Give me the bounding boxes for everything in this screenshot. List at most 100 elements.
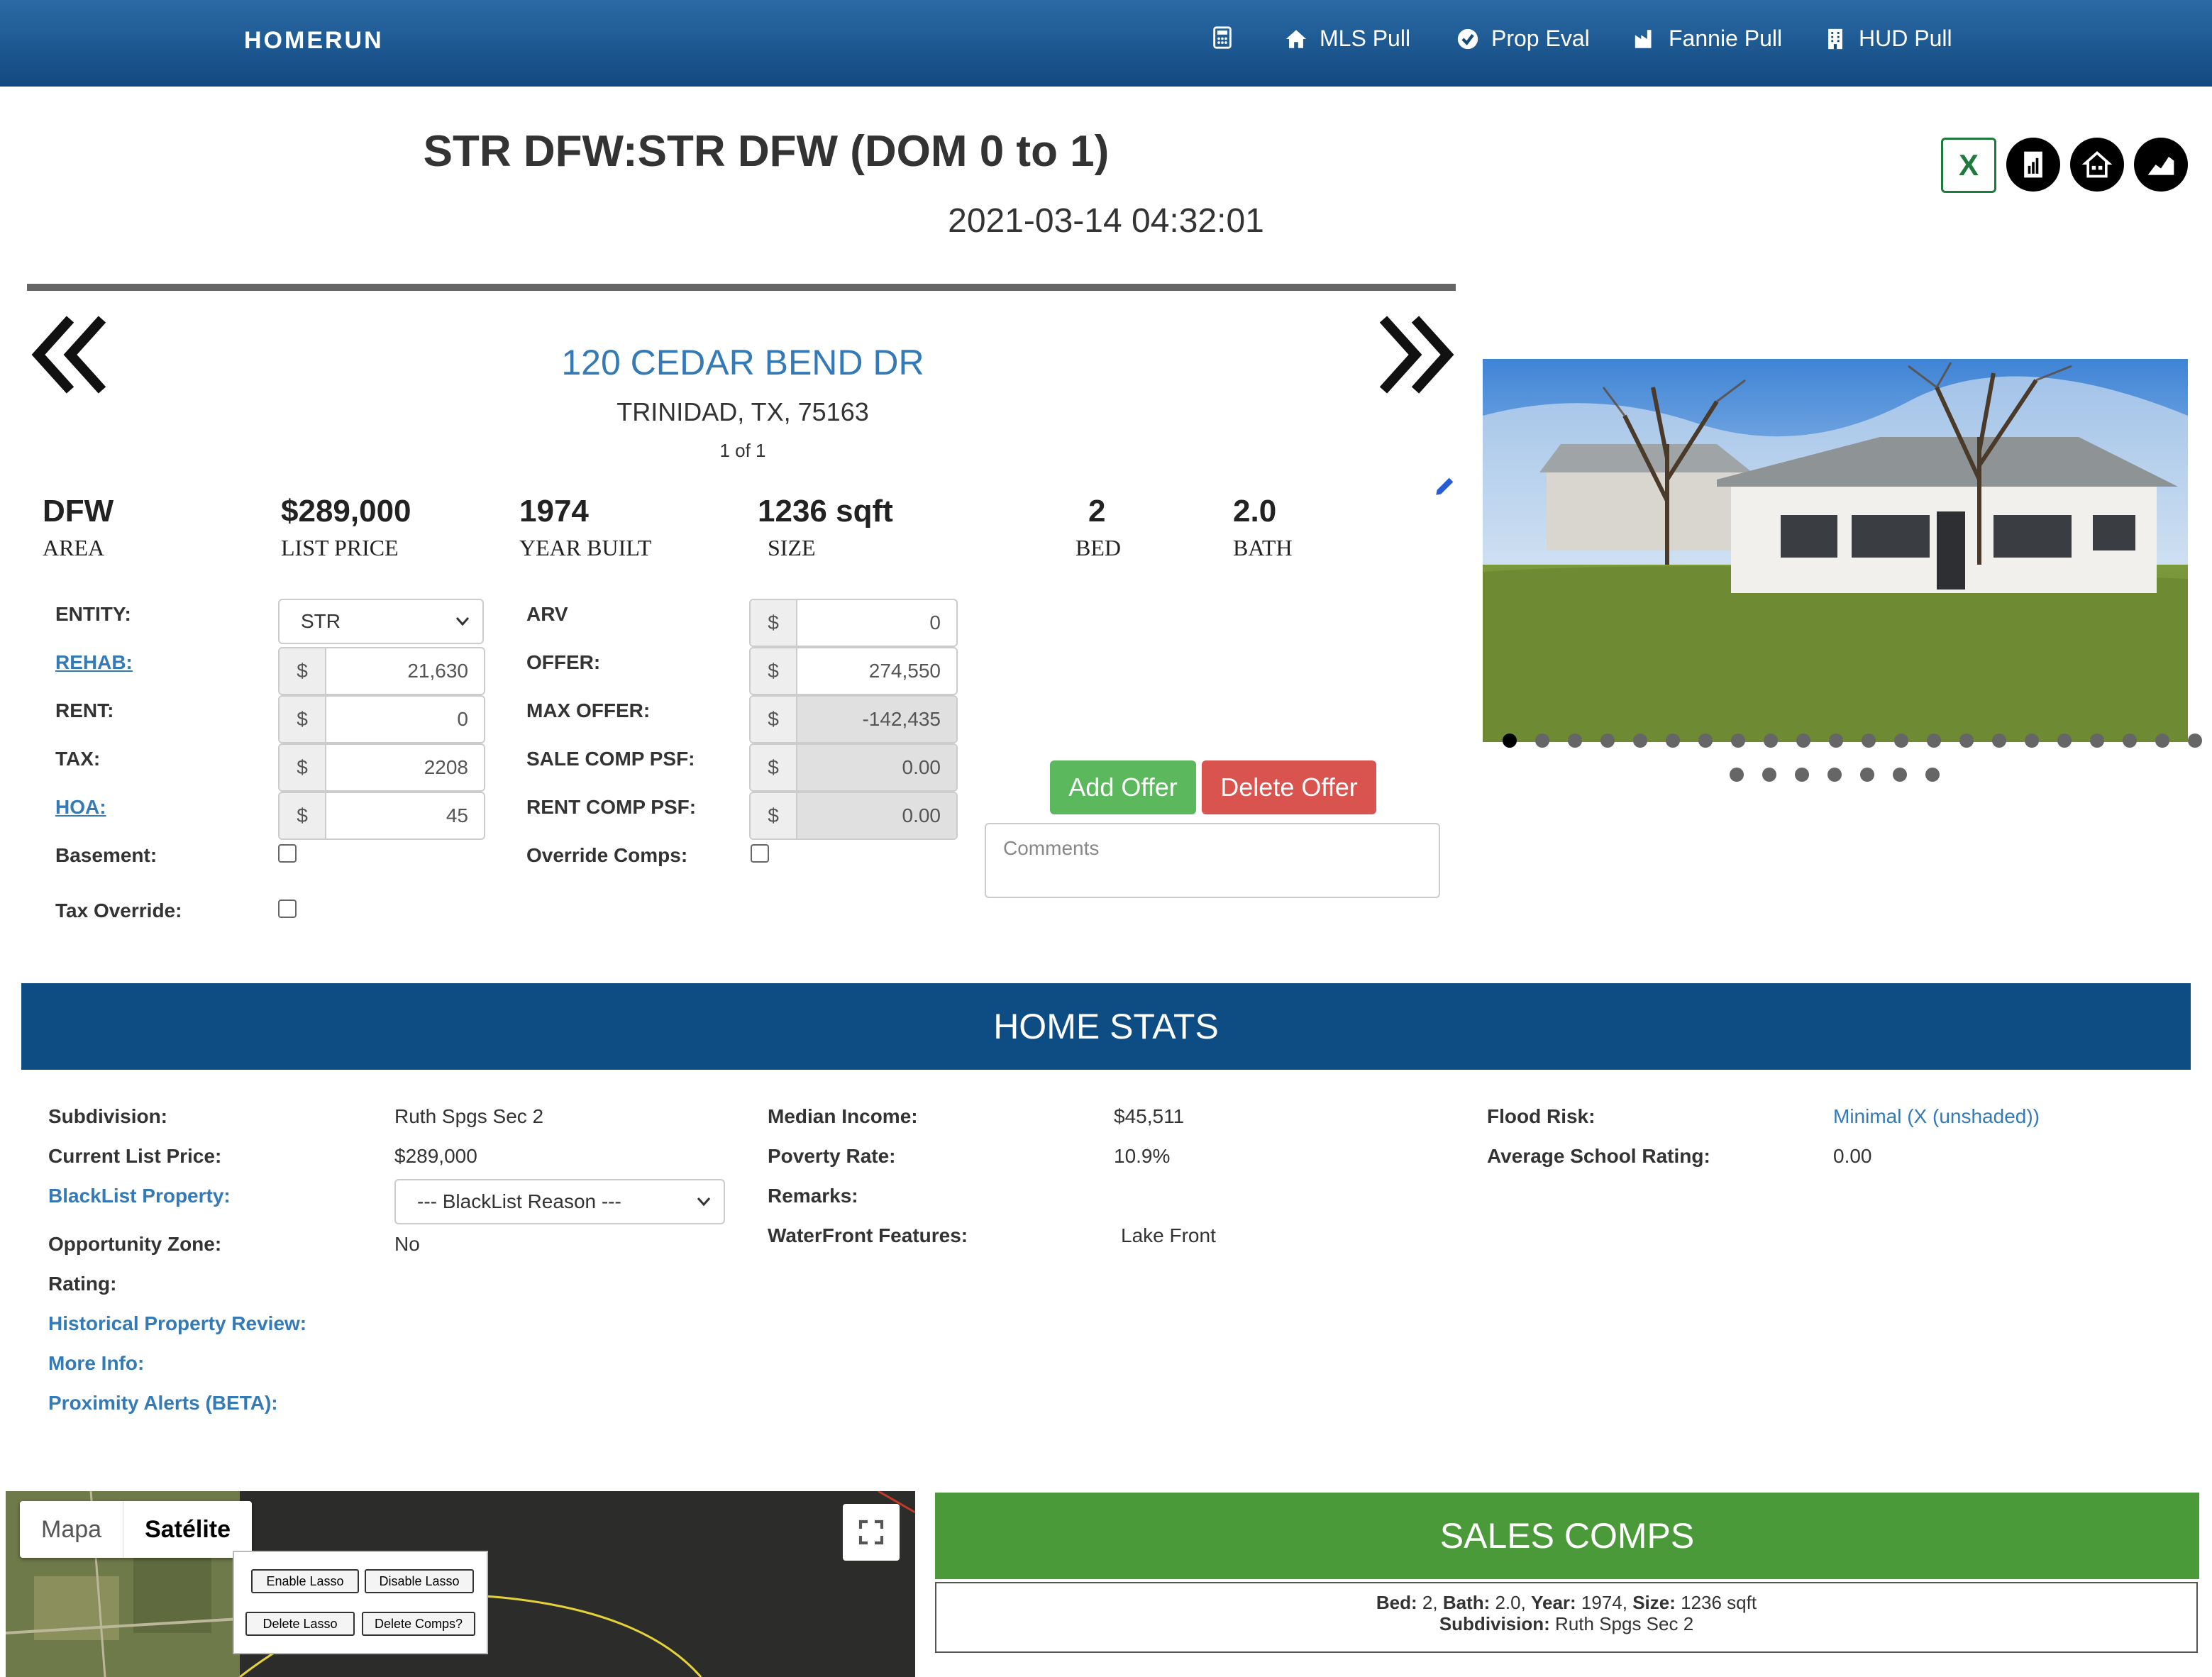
blacklist-property-link[interactable]: BlackList Property: [48, 1185, 231, 1207]
home-stats-header: HOME STATS [21, 983, 2191, 1070]
comp-subdivision-value: Ruth Spgs Sec 2 [1549, 1613, 1694, 1634]
max-offer-input: $ -142,435 [749, 695, 958, 743]
rent-comp-psf-input: $ 0.00 [749, 792, 958, 840]
trend-chart-icon[interactable] [2134, 138, 2188, 192]
rehab-input[interactable]: $ 21,630 [278, 647, 485, 695]
subdivision-value: Ruth Spgs Sec 2 [394, 1105, 544, 1127]
nav-fannie-pull[interactable]: Fannie Pull [1633, 26, 1782, 52]
photo-dot[interactable] [1860, 768, 1874, 782]
satellite-tab[interactable]: Satélite [123, 1501, 252, 1558]
photo-dot[interactable] [2123, 734, 2137, 748]
photo-dot[interactable] [1698, 734, 1713, 748]
photo-dot[interactable] [2025, 734, 2039, 748]
page-title: STR DFW:STR DFW (DOM 0 to 1) [423, 127, 1110, 176]
photo-dot[interactable] [1764, 734, 1778, 748]
photo-dot[interactable] [1893, 768, 1907, 782]
entity-select[interactable]: STR [278, 599, 484, 644]
photo-dot-active[interactable] [1503, 734, 1517, 748]
property-city-line: TRINIDAD, TX, 75163 [616, 397, 869, 426]
stat-size-value: 1236 sqft [758, 494, 893, 528]
photo-dot[interactable] [1862, 734, 1876, 748]
tax-override-checkbox[interactable] [278, 900, 297, 918]
report-icon[interactable] [2006, 138, 2060, 192]
photo-dot[interactable] [1633, 734, 1647, 748]
property-position: 1 of 1 [719, 440, 766, 461]
rehab-link[interactable]: REHAB: [55, 651, 133, 674]
override-comps-checkbox[interactable] [751, 844, 769, 863]
arv-value[interactable]: 0 [797, 600, 956, 646]
photo-dot[interactable] [1535, 734, 1549, 748]
historical-review-link[interactable]: Historical Property Review: [48, 1312, 306, 1335]
nav-prop-eval-label: Prop Eval [1491, 26, 1590, 51]
disable-lasso-button[interactable]: Disable Lasso [365, 1569, 474, 1593]
photo-dot[interactable] [2155, 734, 2169, 748]
photo-dot[interactable] [1666, 734, 1680, 748]
rating-label: Rating: [48, 1273, 117, 1295]
comments-textarea[interactable]: Comments [985, 823, 1440, 898]
rehab-value[interactable]: 21,630 [326, 648, 484, 694]
rent-value[interactable]: 0 [326, 697, 484, 742]
tax-value[interactable]: 2208 [326, 745, 484, 790]
photo-dot[interactable] [1796, 734, 1810, 748]
photo-dot[interactable] [1730, 768, 1744, 782]
more-info-link[interactable]: More Info: [48, 1352, 144, 1375]
photo-dot[interactable] [1827, 768, 1842, 782]
offer-input[interactable]: $ 274,550 [749, 647, 958, 695]
photo-dot[interactable] [1762, 768, 1776, 782]
sales-comps-header: SALES COMPS [935, 1493, 2199, 1579]
map-tab[interactable]: Mapa [20, 1501, 123, 1558]
hoa-value[interactable]: 45 [326, 793, 484, 838]
opportunity-zone-value: No [394, 1233, 420, 1255]
homerun-logo[interactable]: HOMERUN [244, 27, 384, 55]
arv-input[interactable]: $ 0 [749, 599, 958, 647]
delete-lasso-button[interactable]: Delete Lasso [245, 1612, 355, 1636]
hoa-input[interactable]: $ 45 [278, 792, 485, 840]
photo-dot[interactable] [2188, 734, 2202, 748]
add-offer-button[interactable]: Add Offer [1050, 760, 1196, 814]
tax-input[interactable]: $ 2208 [278, 743, 485, 792]
photo-dot[interactable] [1959, 734, 1974, 748]
photo-dot[interactable] [1568, 734, 1582, 748]
comments-placeholder: Comments [1003, 837, 1100, 859]
nav-mls-pull[interactable]: MLS Pull [1284, 26, 1410, 52]
edit-pencil-icon[interactable] [1433, 474, 1457, 498]
photo-dot[interactable] [2057, 734, 2072, 748]
entity-label: ENTITY: [55, 603, 131, 625]
map-type-toggle: Mapa Satélite [20, 1501, 253, 1558]
factory-icon [1635, 29, 1652, 48]
house-report-icon[interactable] [2070, 138, 2124, 192]
photo-dot[interactable] [1731, 734, 1745, 748]
property-street-link[interactable]: 120 CEDAR BEND DR [0, 342, 1486, 383]
delete-comps-button[interactable]: Delete Comps? [362, 1612, 475, 1636]
photo-dot[interactable] [1894, 734, 1908, 748]
photo-dot[interactable] [1992, 734, 2006, 748]
photo-dot[interactable] [1795, 768, 1809, 782]
basement-label: Basement: [55, 844, 157, 866]
enable-lasso-button[interactable]: Enable Lasso [251, 1569, 359, 1593]
map-view[interactable]: Mapa Satélite Enable Lasso Disable Lasso… [6, 1491, 915, 1677]
property-photo[interactable] [1483, 359, 2188, 742]
calculator-nav-button[interactable] [1210, 26, 1234, 50]
nav-prop-eval[interactable]: Prop Eval [1456, 26, 1590, 52]
hoa-link[interactable]: HOA: [55, 796, 106, 819]
photo-dot[interactable] [2090, 734, 2104, 748]
photo-dot[interactable] [1829, 734, 1843, 748]
delete-offer-button[interactable]: Delete Offer [1202, 760, 1376, 814]
photo-dot[interactable] [1925, 768, 1940, 782]
comp-year-label: Year: [1531, 1592, 1576, 1613]
comp-subdivision-label: Subdivision: [1439, 1613, 1550, 1634]
photo-dot[interactable] [1600, 734, 1615, 748]
currency-addon: $ [280, 697, 326, 742]
flood-risk-link[interactable]: Minimal (X (unshaded)) [1833, 1105, 2040, 1128]
basement-checkbox[interactable] [278, 844, 297, 863]
excel-export-icon[interactable]: X [1941, 138, 1996, 193]
fullscreen-button[interactable] [843, 1504, 900, 1561]
remarks-label: Remarks: [768, 1185, 858, 1207]
offer-value[interactable]: 274,550 [797, 648, 956, 694]
nav-hud-pull[interactable]: HUD Pull [1823, 26, 1952, 52]
rent-input[interactable]: $ 0 [278, 695, 485, 743]
photo-dot[interactable] [1927, 734, 1941, 748]
blacklist-reason-select[interactable]: --- BlackList Reason --- [394, 1179, 725, 1224]
proximity-alerts-link[interactable]: Proximity Alerts (BETA): [48, 1392, 278, 1415]
currency-addon: $ [280, 648, 326, 694]
